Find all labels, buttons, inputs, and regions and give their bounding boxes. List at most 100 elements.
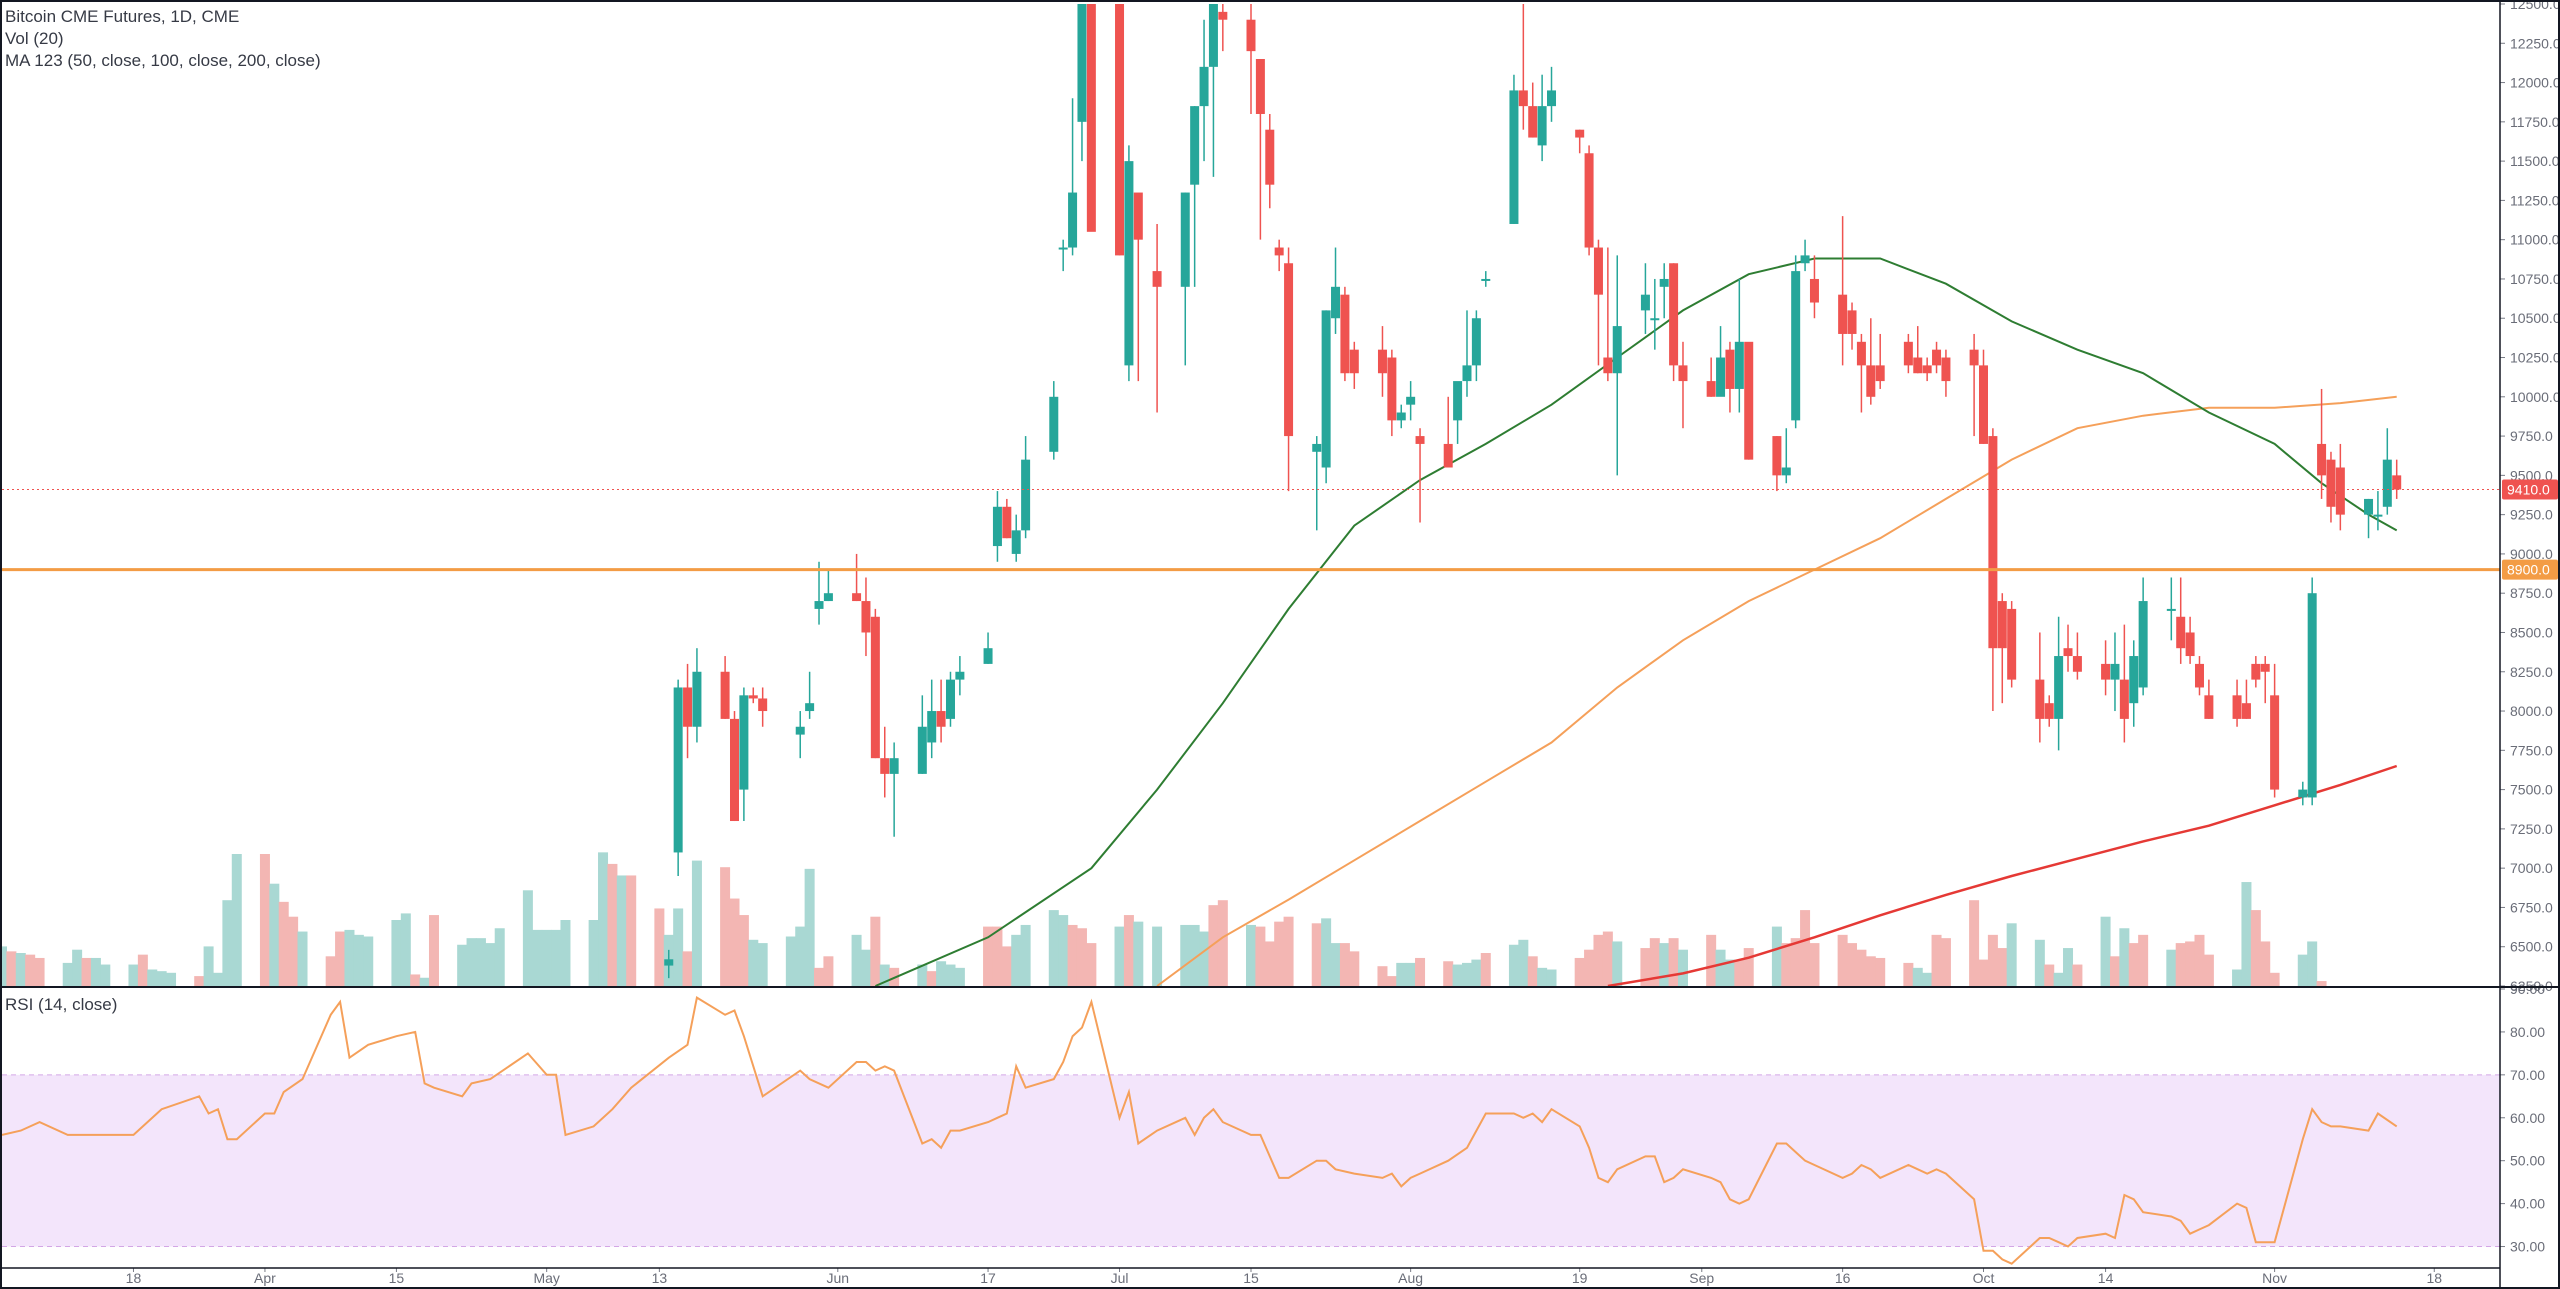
candle-body	[1969, 349, 1979, 366]
candle-body	[1265, 129, 1275, 185]
volume-bar	[6, 951, 17, 986]
candle-body	[1462, 365, 1472, 382]
candle-body	[2260, 663, 2270, 672]
candle-body	[1669, 263, 1679, 366]
volume-bar	[2297, 954, 2308, 986]
time-tick-label: Apr	[254, 1270, 276, 1286]
candle-body	[2232, 695, 2242, 719]
candle-body	[1997, 601, 2007, 649]
volume-bar	[1114, 926, 1125, 986]
volume-bar	[137, 954, 148, 986]
price-tick-label: 9750.0	[2510, 428, 2553, 444]
candle-body	[1180, 192, 1190, 287]
price-tick-label: 7500.0	[2510, 782, 2553, 798]
rsi-tick-label: 70.00	[2510, 1067, 2545, 1083]
time-tick-label: 14	[2098, 1270, 2114, 1286]
candle-body	[1152, 271, 1162, 287]
volume-bar	[212, 972, 223, 986]
volume-bar	[1537, 967, 1548, 986]
volume-bar	[757, 943, 768, 986]
candle-body	[1068, 192, 1078, 248]
candle-body	[1988, 436, 1998, 649]
volume-bar	[1180, 924, 1191, 986]
time-tick-label: Nov	[2262, 1270, 2287, 1286]
volume-bar	[147, 969, 158, 986]
time-tick-label: 18	[2426, 1270, 2442, 1286]
candle	[1669, 263, 1679, 382]
candle-body	[1312, 443, 1322, 452]
volume-bar	[1847, 943, 1858, 986]
volume-bar	[1330, 943, 1341, 986]
volume-bar	[1659, 943, 1670, 986]
candle-body	[1443, 443, 1453, 468]
volume-bar	[1264, 941, 1275, 986]
candle-body	[2054, 656, 2064, 719]
candle-body	[1349, 349, 1359, 374]
candle	[1744, 341, 1754, 460]
volume-bar	[222, 900, 233, 986]
candle-body	[1021, 459, 1031, 531]
volume-bar	[1452, 964, 1463, 986]
candle-body	[1537, 106, 1547, 146]
volume-bar	[691, 860, 702, 986]
volume-bar	[1875, 957, 1886, 986]
price-tick-label: 7750.0	[2510, 742, 2553, 758]
volume-bar	[1809, 943, 1820, 986]
candle-body	[2072, 656, 2082, 672]
time-tick-label: 18	[126, 1270, 142, 1286]
volume-bar	[1386, 976, 1397, 986]
candle-body	[992, 506, 1002, 547]
volume-bar	[2316, 981, 2327, 986]
volume-bar	[1715, 949, 1726, 986]
volume-bar	[607, 863, 618, 986]
volume-bar	[1123, 915, 1134, 986]
time-tick-label: 15	[389, 1270, 405, 1286]
candle-body	[870, 616, 880, 759]
candle-body	[692, 671, 702, 727]
volume-bar	[1076, 928, 1087, 986]
volume-bar	[1217, 900, 1228, 986]
volume-bar	[1903, 962, 1914, 986]
volume-bar	[1912, 967, 1923, 986]
volume-bar	[90, 957, 101, 986]
candle-body	[1978, 365, 1988, 444]
candle-body	[2326, 459, 2336, 507]
volume-bar	[34, 957, 45, 986]
candle-body	[1725, 349, 1735, 389]
volume-bar	[1311, 923, 1322, 986]
volume-bar	[954, 967, 965, 986]
volume-bar	[729, 898, 740, 986]
candle-body	[1847, 310, 1857, 334]
candle-body	[1678, 365, 1688, 382]
candle-body	[1002, 506, 1012, 539]
volume-bar	[1321, 918, 1332, 986]
candle-body	[1274, 247, 1284, 256]
volume-bar	[72, 949, 83, 986]
volume-bar	[1199, 931, 1210, 986]
rsi-band	[2, 1074, 2500, 1248]
candle-body	[1518, 90, 1528, 107]
volume-bar	[1734, 959, 1745, 986]
candle-body	[889, 758, 899, 774]
candle-body	[683, 687, 693, 727]
candle-body	[1331, 286, 1341, 319]
volume-bar	[926, 971, 937, 986]
candle-body	[2241, 703, 2251, 719]
volume-bar	[419, 977, 430, 986]
volume-bar	[297, 931, 308, 986]
time-tick-label: Jun	[827, 1270, 850, 1286]
candle-body	[2373, 514, 2383, 517]
volume-bar	[1377, 966, 1388, 986]
volume-bar	[344, 929, 355, 986]
volume-bar	[2006, 923, 2017, 986]
volume-bar	[1508, 944, 1519, 986]
price-chart[interactable]: 12500.012250.012000.011750.011500.011250…	[0, 0, 2560, 1289]
candle-body	[1453, 381, 1463, 421]
candle-body	[1115, 4, 1125, 256]
candle-body	[1838, 294, 1848, 334]
candle-body	[1049, 396, 1059, 452]
candle-body	[1528, 106, 1538, 138]
price-tick-label: 11250.0	[2510, 192, 2560, 208]
candle-body	[1321, 310, 1331, 468]
volume-bar	[353, 934, 364, 986]
